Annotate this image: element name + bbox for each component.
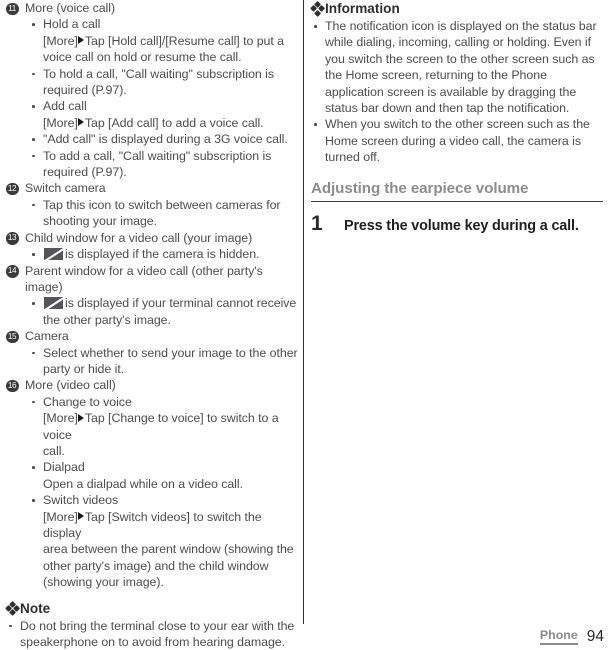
floret-diamond-icon [309,1,326,17]
bullet-line: Do not bring the terminal close to your … [20,618,295,633]
information-list-item: When you switch to the other screen such… [313,116,603,165]
bullet-line: required (P.97). [43,165,127,180]
bullet-line: Add call [43,99,87,114]
bullet-list: Select whether to send your image to the… [6,345,298,378]
bullet-line: Change to voice [43,394,132,409]
bullet-line: is displayed if your terminal cannot rec… [65,296,297,311]
right-triangle-icon [78,118,85,127]
information-heading: Information [309,0,603,18]
bullet-list: Hold a call [More] Tap [Hold call]/[Resum… [6,16,298,180]
procedure-step: 1 Press the volume key during a call. [311,213,603,237]
note-list-item: Do not bring the terminal close to your … [8,618,298,650]
information-list-item: The notification icon is displayed on th… [313,18,603,116]
bullet-line: other party's image) and the child windo… [43,558,269,573]
item-number-badge: 13 [6,232,19,245]
bullet-list: is displayed if your terminal cannot rec… [6,295,298,328]
item-label: Switch camera [25,181,106,196]
item-number-badge: 14 [6,265,19,278]
bullet-line: Select whether to send your image to the… [43,345,298,360]
bullet-line: Switch videos [43,493,119,508]
bullet-line: Tap this icon to switch between cameras … [43,197,281,212]
bullet-line: Hold a call [43,17,101,32]
bullet-line: (showing your image). [43,575,164,590]
list-item: Hold a call [More] Tap [Hold call]/[Resum… [31,16,298,65]
list-item: Select whether to send your image to the… [31,345,298,378]
list-item: is displayed if the camera is hidden. [31,246,298,262]
bullet-line: is displayed if the camera is hidden. [65,247,260,262]
right-column: Information The notification icon is dis… [309,0,603,237]
bullet-line: [More] Tap [Hold call]/[Resume call] to p… [43,33,285,48]
bullet-line: [More] Tap [Change to voice] to switch to… [43,411,279,442]
floret-diamond-icon [4,600,21,617]
column-divider [303,0,304,624]
section-rule [311,200,603,203]
section-heading: Adjusting the earpiece volume [311,179,529,197]
list-item: Switch videos [More] Tap [Switch videos] … [31,492,298,590]
bullet-line: "Add call" is displayed during a 3G voic… [43,132,288,147]
item-label: More (video call) [25,378,116,393]
list-item: Add call [More] Tap [Add call] to add a v… [31,98,298,131]
bullet-line: the other party's image. [43,312,171,327]
footer-chapter-label: Phone [539,628,578,645]
bullet-line: When you switch to the other screen such… [325,117,590,132]
bullet-line: party or hide it. [43,361,125,376]
list-item: Change to voice [More] Tap [Change to voi… [31,394,298,460]
bullet-line: area between the parent window (showing … [43,542,294,557]
numbered-item: 12 Switch camera [6,180,298,196]
item-label: More (voice call) [25,1,116,15]
item-label: Parent window for a video call (other pa… [25,263,263,294]
bullet-line: turned off. [325,150,381,165]
bullet-line: while dialing, incoming, calling or hold… [325,35,592,50]
bullet-line: voice call on hold or resume the call. [43,50,242,65]
item-number-badge: 15 [6,330,19,344]
camera-off-icon [44,248,63,261]
bullet-list: Tap this icon to switch between cameras … [6,197,298,230]
item-label: Child window for a video call (your imag… [25,230,253,245]
bullet-line: and then tap the notification. [415,101,570,116]
list-item: is displayed if your terminal cannot rec… [31,295,298,328]
bullet-line: The notification icon is displayed on th… [325,19,597,33]
step-number: 1 [311,212,323,236]
list-item: "Add call" is displayed during a 3G voic… [31,131,298,147]
bullet-line: required (P.97). [43,83,127,98]
numbered-item: 15 Camera [6,328,298,344]
manual-page: 11 More (voice call) Hold a call [More] T… [0,0,609,650]
item-number-badge: 16 [6,379,19,393]
bullet-line: To add a call, "Call waiting" subscripti… [43,148,272,163]
bullet-line: [More] Tap [Add call] to add a voice call… [43,115,264,130]
item-number-badge: 12 [6,182,19,196]
list-item: To hold a call, "Call waiting" subscript… [31,66,298,99]
right-triangle-icon [78,413,85,422]
bullet-line: shooting your image. [43,214,158,229]
footer-page-number: 94 [586,628,604,645]
bullet-line: speakerphone on to avoid from hearing da… [20,635,286,650]
page-footer: Phone 94 [539,628,604,645]
camera-off-icon [44,297,63,310]
bullet-line: To hold a call, "Call waiting" subscript… [43,66,275,81]
right-triangle-icon [78,512,85,521]
note-heading-label: Note [20,600,51,616]
numbered-item: 14 Parent window for a video call (other… [6,263,298,296]
item-number-badge: 11 [6,2,19,15]
bullet-line: Dialpad [43,460,85,475]
right-triangle-icon [78,36,85,45]
item-label: Camera [25,329,69,344]
bullet-line: Home screen during a video call, the cam… [325,133,581,148]
note-heading: Note [4,600,298,618]
list-item: Dialpad Open a dialpad while on a video … [31,459,298,492]
bullet-list: Change to voice [More] Tap [Change to voi… [6,394,298,591]
bullet-list: is displayed if the camera is hidden. [6,246,298,262]
bullet-line: [More] Tap [Switch videos] to switch the … [43,509,262,540]
list-item: To add a call, "Call waiting" subscripti… [31,148,298,181]
bullet-line: Open a dialpad while on a video call. [43,476,243,491]
numbered-item: 11 More (voice call) [6,0,298,16]
bullet-line: call. [43,443,65,458]
left-column: 11 More (voice call) Hold a call [More] T… [4,0,298,650]
list-item: Tap this icon to switch between cameras … [31,197,298,230]
numbered-item: 16 More (video call) [6,377,298,393]
information-heading-label: Information [325,1,400,16]
step-instruction: Press the volume key during a call. [344,218,579,235]
numbered-item: 13 Child window for a video call (your i… [6,230,298,246]
